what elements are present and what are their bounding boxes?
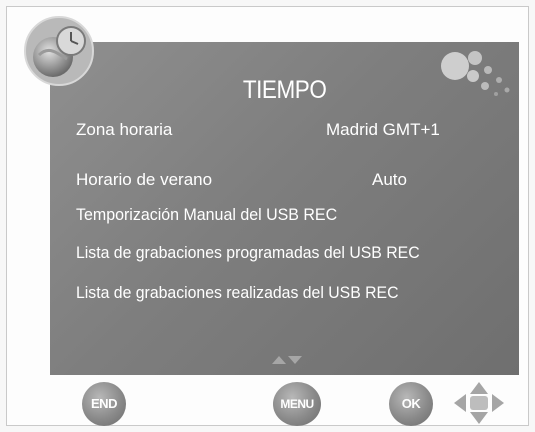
menu-item-completed-recordings[interactable]: Lista de grabaciones realizadas del USB … bbox=[76, 283, 399, 303]
menu-item-time-zone[interactable]: Zona horaria bbox=[76, 120, 172, 140]
menu-button[interactable]: MENU bbox=[273, 382, 321, 426]
menu-item-scheduled-recordings[interactable]: Lista de grabaciones programadas del USB… bbox=[76, 243, 420, 263]
end-button[interactable]: END bbox=[82, 382, 126, 426]
ok-button[interactable]: OK bbox=[389, 382, 433, 426]
directional-pad-icon[interactable] bbox=[452, 380, 506, 426]
page-title: TIEMPO bbox=[242, 76, 327, 104]
menu-item-manual-timer[interactable]: Temporización Manual del USB REC bbox=[76, 205, 337, 225]
menu-item-daylight-saving[interactable]: Horario de verano bbox=[76, 170, 212, 190]
up-down-arrows-icon[interactable] bbox=[270, 354, 304, 366]
daylight-saving-value: Auto bbox=[372, 170, 407, 189]
time-zone-value: Madrid GMT+1 bbox=[326, 120, 440, 139]
